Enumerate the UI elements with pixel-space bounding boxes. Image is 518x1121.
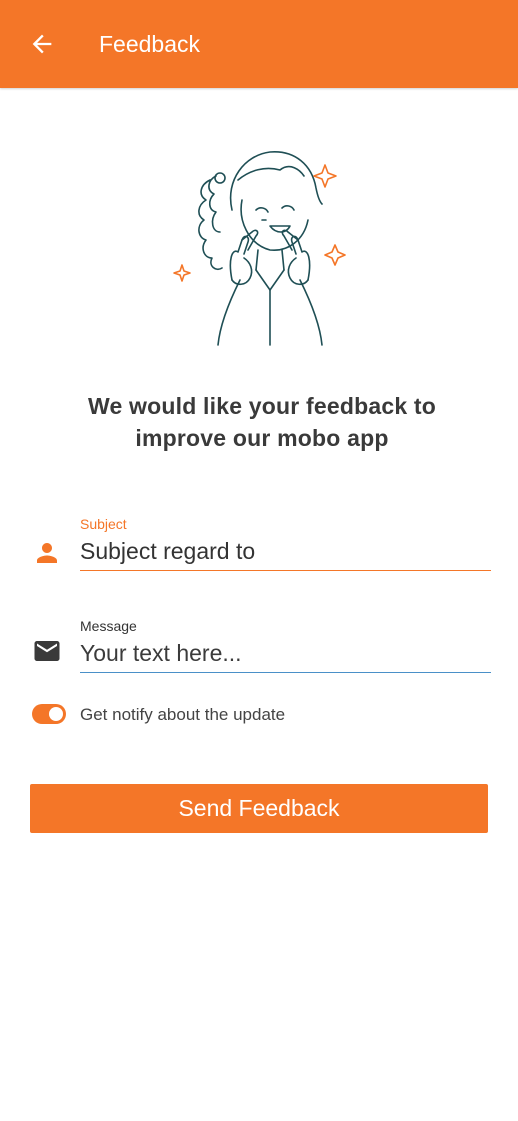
- app-bar: Feedback: [0, 0, 518, 88]
- subject-input[interactable]: [80, 533, 491, 569]
- feedback-illustration: [170, 140, 350, 350]
- headline-line-2: improve our mobo app: [135, 425, 389, 451]
- send-feedback-button[interactable]: Send Feedback: [30, 784, 488, 833]
- feedback-headline: We would like your feedback to improve o…: [20, 390, 504, 454]
- notify-toggle[interactable]: [32, 704, 66, 724]
- subject-underline: [80, 570, 491, 571]
- arrow-left-icon: [32, 34, 52, 54]
- toggle-knob: [49, 707, 63, 721]
- message-underline: [80, 672, 491, 673]
- back-button[interactable]: [26, 28, 58, 60]
- message-input[interactable]: [80, 635, 491, 671]
- page-title: Feedback: [99, 31, 201, 57]
- subject-label: Subject: [80, 516, 127, 532]
- message-label: Message: [80, 618, 137, 634]
- person-icon: [31, 537, 63, 569]
- mail-icon: [31, 635, 63, 667]
- notify-label: Get notify about the update: [80, 705, 286, 724]
- headline-line-1: We would like your feedback to: [87, 393, 437, 419]
